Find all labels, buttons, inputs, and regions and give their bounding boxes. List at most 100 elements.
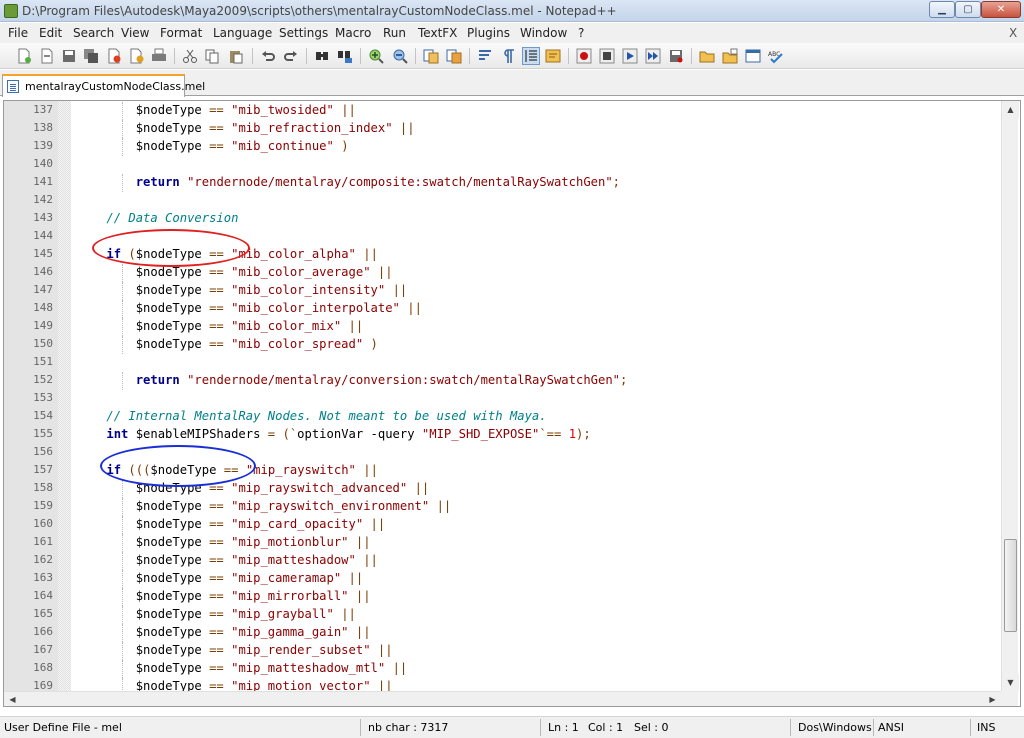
undo-icon[interactable] <box>260 48 276 64</box>
close-document-button[interactable]: X <box>1009 26 1017 40</box>
indent-guide-icon[interactable] <box>522 47 540 65</box>
indent-guide <box>122 498 123 516</box>
menu-search[interactable]: Search <box>73 26 114 40</box>
code-line[interactable]: 159 $nodeType == "mip_rayswitch_environme… <box>4 498 1000 516</box>
code-line[interactable]: 140 <box>4 156 1000 174</box>
replace-icon[interactable] <box>337 48 353 64</box>
scroll-up-arrow-icon[interactable]: ▲ <box>1002 101 1019 118</box>
code-line[interactable]: 143 // Data Conversion <box>4 210 1000 228</box>
new-file-icon[interactable] <box>16 48 32 64</box>
redo-icon[interactable] <box>283 48 299 64</box>
vertical-scroll-thumb[interactable] <box>1004 539 1017 632</box>
code-line[interactable]: 142 <box>4 192 1000 210</box>
open-folder-icon[interactable] <box>699 48 715 64</box>
menu-format[interactable]: Format <box>160 26 202 40</box>
indent-guide <box>122 282 123 300</box>
scroll-left-arrow-icon[interactable]: ◀ <box>4 692 21 706</box>
code-line[interactable]: 151 <box>4 354 1000 372</box>
code-line[interactable]: 165 $nodeType == "mip_grayball" || <box>4 606 1000 624</box>
save-all-icon[interactable] <box>83 48 99 64</box>
menu-run[interactable]: Run <box>383 26 406 40</box>
menu-macro[interactable]: Macro <box>335 26 371 40</box>
close-all-icon[interactable] <box>129 48 145 64</box>
menu-help[interactable]: ? <box>578 26 584 40</box>
code-line[interactable]: 157 if ((($nodeType == "mip_rayswitch" || <box>4 462 1000 480</box>
line-number: 167 <box>33 643 53 656</box>
sync-vertical-icon[interactable] <box>423 48 439 64</box>
fold-all-icon[interactable] <box>722 48 738 64</box>
code-line[interactable]: 167 $nodeType == "mip_render_subset" || <box>4 642 1000 660</box>
code-line[interactable]: 141 return "rendernode/mentalray/composit… <box>4 174 1000 192</box>
close-window-button[interactable]: ✕ <box>981 1 1021 18</box>
code-line[interactable]: 146 $nodeType == "mib_color_average" || <box>4 264 1000 282</box>
code-line[interactable]: 161 $nodeType == "mip_motionblur" || <box>4 534 1000 552</box>
code-line[interactable]: 164 $nodeType == "mip_mirrorball" || <box>4 588 1000 606</box>
toolbar-separator <box>174 48 175 64</box>
code-line[interactable]: 145 if ($nodeType == "mib_color_alpha" || <box>4 246 1000 264</box>
menu-settings[interactable]: Settings <box>279 26 328 40</box>
code-line[interactable]: 156 <box>4 444 1000 462</box>
record-macro-icon[interactable] <box>576 48 592 64</box>
status-length: nb char : 7317 <box>368 721 449 734</box>
horizontal-scrollbar[interactable]: ◀ ▶ <box>4 691 1001 706</box>
zoom-in-icon[interactable] <box>368 48 384 64</box>
run-macro-multiple-icon[interactable] <box>645 48 661 64</box>
code-line[interactable]: 153 <box>4 390 1000 408</box>
scroll-right-arrow-icon[interactable]: ▶ <box>984 692 1001 706</box>
code-line[interactable]: 168 $nodeType == "mip_matteshadow_mtl" || <box>4 660 1000 678</box>
line-number: 166 <box>33 625 53 638</box>
cut-icon[interactable] <box>182 48 198 64</box>
line-number: 168 <box>33 661 53 674</box>
code-line[interactable]: 138 $nodeType == "mib_refraction_index" |… <box>4 120 1000 138</box>
code-line[interactable]: 137 $nodeType == "mib_twosided" || <box>4 102 1000 120</box>
code-line[interactable]: 162 $nodeType == "mip_matteshadow" || <box>4 552 1000 570</box>
code-line[interactable]: 154 // Internal MentalRay Nodes. Not mean… <box>4 408 1000 426</box>
save-macro-icon[interactable] <box>668 48 684 64</box>
print-icon[interactable] <box>151 48 167 64</box>
code-line[interactable]: 150 $nodeType == "mib_color_spread" ) <box>4 336 1000 354</box>
menu-plugins[interactable]: Plugins <box>467 26 510 40</box>
zoom-out-icon[interactable] <box>392 48 408 64</box>
menu-file[interactable]: File <box>8 26 28 40</box>
spell-check-icon[interactable]: ABC <box>768 48 784 64</box>
code-line[interactable]: 144 <box>4 228 1000 246</box>
maximize-button[interactable]: ▢ <box>955 1 981 18</box>
code-line[interactable]: 163 $nodeType == "mip_cameramap" || <box>4 570 1000 588</box>
code-line[interactable]: 149 $nodeType == "mib_color_mix" || <box>4 318 1000 336</box>
code-line[interactable]: 160 $nodeType == "mip_card_opacity" || <box>4 516 1000 534</box>
close-icon[interactable] <box>106 48 122 64</box>
save-icon[interactable] <box>61 48 77 64</box>
code-line[interactable]: 155 int $enableMIPShaders = (`optionVar -… <box>4 426 1000 444</box>
find-icon[interactable] <box>314 48 330 64</box>
code-line[interactable]: 158 $nodeType == "mip_rayswitch_advanced"… <box>4 480 1000 498</box>
word-wrap-icon[interactable] <box>477 48 493 64</box>
user-define-lang-icon[interactable] <box>545 48 561 64</box>
play-macro-icon[interactable] <box>622 48 638 64</box>
copy-icon[interactable] <box>204 48 220 64</box>
scroll-down-arrow-icon[interactable]: ▼ <box>1002 674 1019 691</box>
sync-horizontal-icon[interactable] <box>446 48 462 64</box>
open-file-icon[interactable] <box>39 48 55 64</box>
code-line[interactable]: 148 $nodeType == "mib_color_interpolate" … <box>4 300 1000 318</box>
tab-mentalray-custom-node-class[interactable]: mentalrayCustomNodeClass.mel <box>2 74 205 97</box>
code-text: $nodeType == "mib_color_interpolate" || <box>135 301 422 315</box>
code-line[interactable]: 147 $nodeType == "mib_color_intensity" || <box>4 282 1000 300</box>
code-line[interactable]: 166 $nodeType == "mip_gamma_gain" || <box>4 624 1000 642</box>
code-editor[interactable]: 137 $nodeType == "mib_twosided" || 138 $nod… <box>3 100 1021 707</box>
code-line[interactable]: 139 $nodeType == "mib_continue" ) <box>4 138 1000 156</box>
show-all-chars-icon[interactable] <box>500 48 516 64</box>
menu-language[interactable]: Language <box>213 26 272 40</box>
menu-view[interactable]: View <box>121 26 149 40</box>
line-number: 148 <box>33 301 53 314</box>
line-number: 162 <box>33 553 53 566</box>
line-number: 154 <box>33 409 53 422</box>
menu-edit[interactable]: Edit <box>39 26 62 40</box>
vertical-scrollbar[interactable]: ▲ ▼ <box>1001 101 1019 691</box>
menu-window[interactable]: Window <box>520 26 567 40</box>
stop-record-icon[interactable] <box>599 48 615 64</box>
launch-browser-icon[interactable] <box>745 48 761 64</box>
menu-textfx[interactable]: TextFX <box>418 26 457 40</box>
code-line[interactable]: 152 return "rendernode/mentalray/conversi… <box>4 372 1000 390</box>
paste-icon[interactable] <box>228 48 244 64</box>
minimize-button[interactable]: ▁ <box>929 1 955 18</box>
